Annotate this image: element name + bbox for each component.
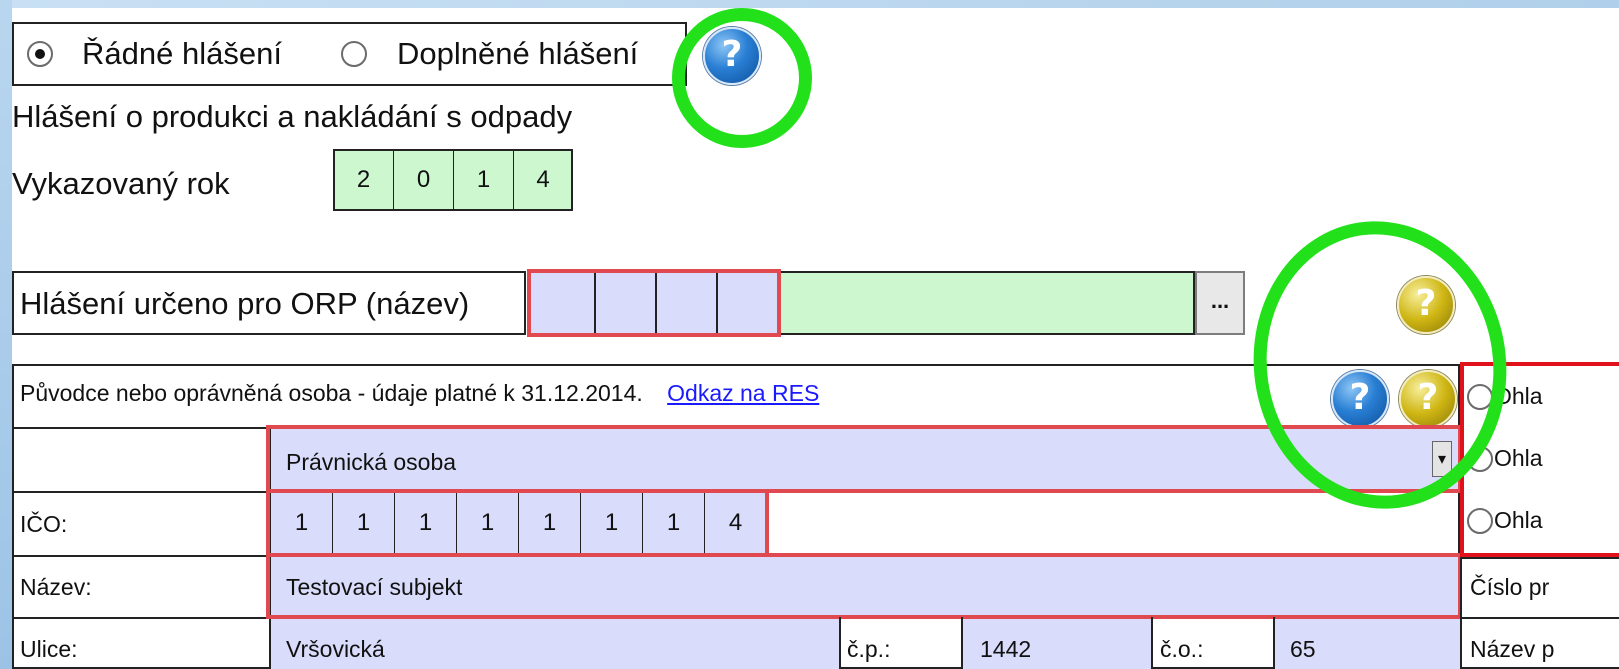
radio-regular-indicator[interactable] (27, 41, 53, 67)
right-radio-2-label: Ohla (1494, 445, 1543, 471)
window-frame-top (0, 0, 1619, 8)
window-frame-left (0, 0, 12, 669)
cp-label: č.p.: (847, 636, 891, 662)
originator-header: Původce nebo oprávněná osoba - údaje pla… (20, 382, 819, 405)
right-name-label: Název p (1470, 636, 1555, 662)
radio-regular-report[interactable] (27, 41, 53, 67)
right-number-label: Číslo pr (1470, 574, 1550, 600)
orp-code-required-border (527, 269, 781, 337)
orp-browse-label: ... (1210, 288, 1230, 313)
radio-supplementary-label: Doplněné hlášení (397, 36, 639, 71)
year-label: Vykazovaný rok (12, 166, 230, 201)
res-link[interactable]: Odkaz na RES (667, 380, 819, 406)
cp-value: 1442 (980, 636, 1032, 662)
year-digit[interactable]: 2 (333, 149, 394, 211)
year-digit[interactable]: 1 (453, 149, 514, 211)
co-value: 65 (1290, 636, 1316, 662)
originator-header-text: Původce nebo oprávněná osoba - údaje pla… (20, 380, 643, 406)
radio-regular-label: Řádné hlášení (82, 36, 282, 71)
radio-supplementary-report[interactable] (341, 41, 367, 67)
year-digit[interactable]: 0 (393, 149, 454, 211)
ico-required-border (266, 489, 769, 557)
radio-supplementary-indicator[interactable] (341, 41, 367, 67)
form-title: Hlášení o produkci a nakládání s odpady (12, 99, 573, 134)
co-label: č.o.: (1160, 636, 1204, 662)
name-label: Název: (20, 574, 92, 600)
right-radio-3[interactable] (1467, 508, 1493, 534)
highlight-ring (672, 8, 812, 148)
orp-name-field[interactable] (781, 271, 1195, 335)
orp-browse-button[interactable]: ... (1195, 271, 1245, 335)
orp-label: Hlášení určeno pro ORP (název) (20, 286, 470, 321)
name-required-border (266, 553, 1462, 619)
ico-label: IČO: (20, 511, 68, 537)
year-digit[interactable]: 4 (513, 149, 573, 211)
street-label: Ulice: (20, 636, 78, 662)
street-value: Vršovická (286, 636, 385, 662)
right-radio-3-indicator[interactable] (1467, 508, 1493, 534)
right-radio-3-label: Ohla (1494, 507, 1543, 533)
